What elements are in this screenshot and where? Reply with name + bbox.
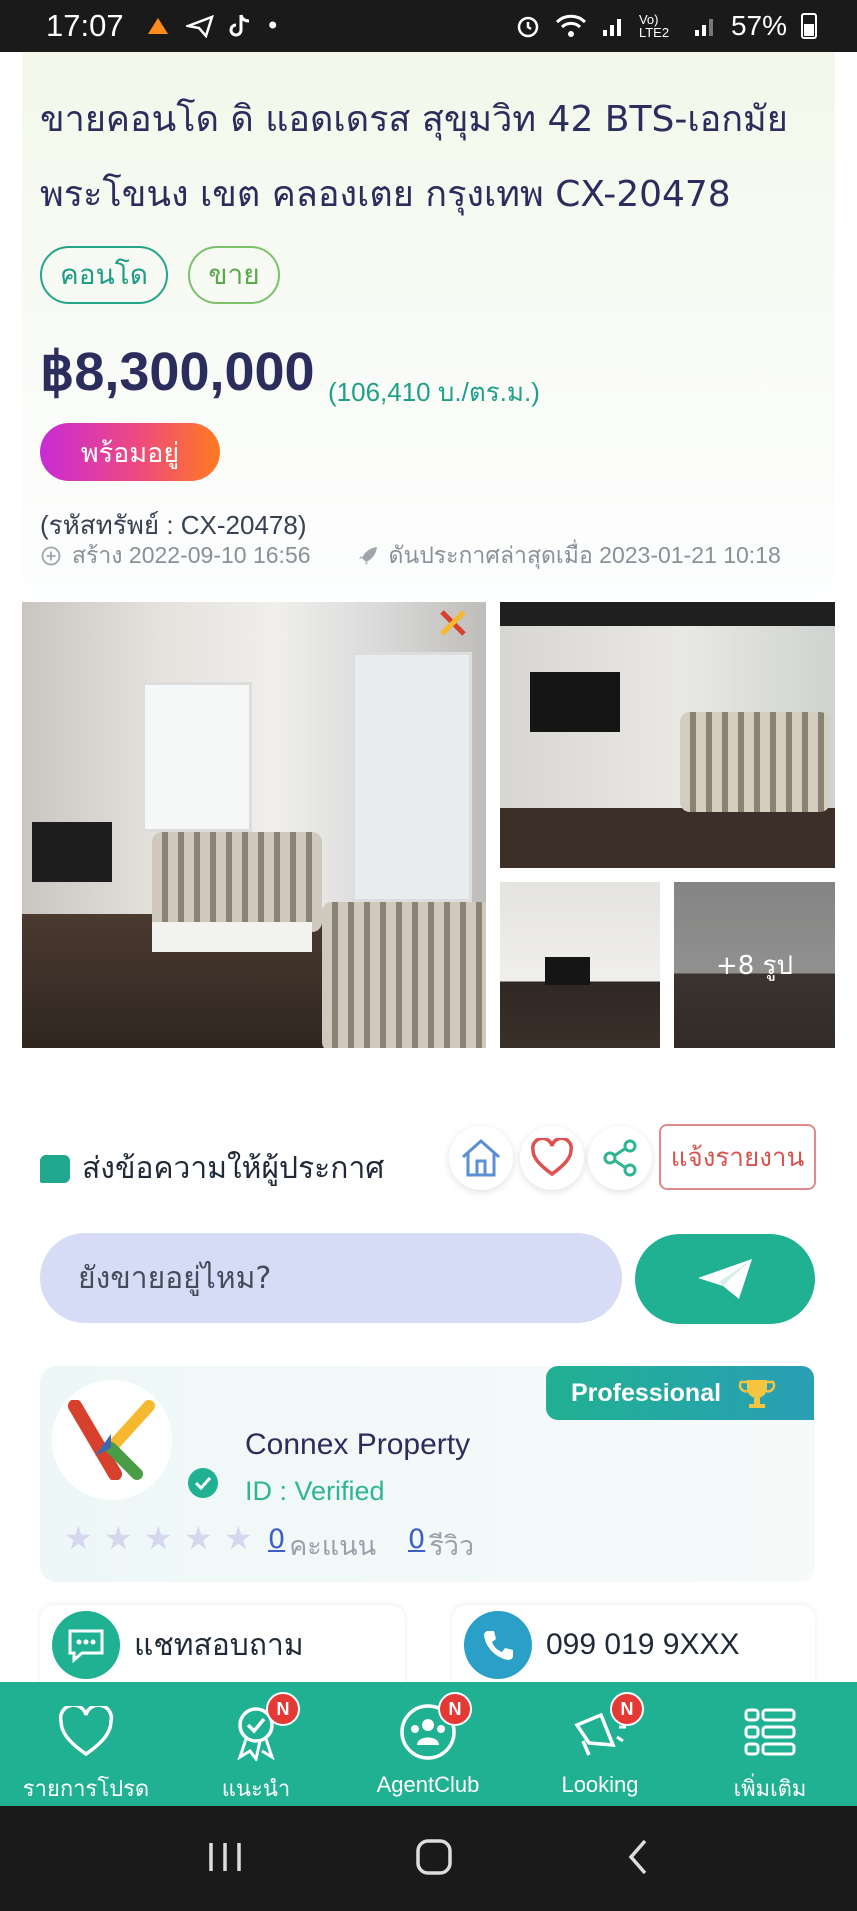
chat-bubble-icon [40,1154,70,1183]
photo-main[interactable] [22,602,486,1048]
heart-icon [531,1138,573,1177]
send-button[interactable] [635,1234,815,1324]
nav-recommended[interactable]: N แนะนำ [186,1682,326,1806]
listing-price: ฿8,300,000 [40,342,315,402]
network-label: Vo) LTE2 [638,12,670,40]
tiktok-icon [229,14,249,37]
connex-logo-icon [68,1400,155,1480]
award-icon: N [224,1692,300,1763]
nav-label: AgentClub [376,1772,480,1797]
tag-sale[interactable]: ขาย [188,246,280,304]
review-label: รีวิว [429,1531,475,1562]
star-icon: ★ [184,1519,213,1557]
battery-percent: 57% [730,10,787,41]
nav-looking[interactable]: N Looking [530,1682,670,1806]
chat-label: แชทสอบถาม [134,1627,304,1663]
status-right: Vo) LTE2 57% [515,10,817,42]
professional-badge: Professional [546,1366,814,1420]
nav-label: รายการโปรด [22,1776,150,1801]
nav-favorites[interactable]: รายการโปรด [16,1682,156,1806]
nav-more[interactable]: เพิ่มเติม [700,1682,840,1806]
star-icon: ★ [64,1519,93,1557]
heart-icon [54,1700,118,1763]
alarm-icon [517,16,539,38]
more-photos-label: +8 รูป [674,882,835,1048]
message-title-text: ส่งข้อความให้ผู้ประกาศ [82,1151,385,1186]
tag-condo[interactable]: คอนโด [40,246,168,304]
message-input[interactable]: ยังขายอยู่ไหม? [40,1233,622,1323]
phone-number: 099 019 9XXX [546,1628,740,1661]
list-icon [738,1700,802,1763]
nav-label: เพิ่มเติม [733,1776,807,1801]
star-icon: ★ [104,1519,133,1557]
bumped-date: ดันประกาศล่าสุดเมื่อ 2023-01-21 10:18 [388,542,781,568]
rating-stars: ★ ★ ★ ★ ★ [64,1522,256,1554]
home-system-button[interactable] [414,1837,454,1881]
verified-check-icon [188,1468,218,1498]
agent-id: ID : Verified [245,1476,385,1506]
share-icon [603,1139,637,1177]
photo-more[interactable]: +8 รูป [674,882,835,1048]
status-time: 17:07 [46,8,124,43]
nav-badge: N [266,1692,300,1726]
phone-icon [464,1611,532,1679]
agent-avatar[interactable] [52,1380,172,1500]
listing-title: ขายคอนโด ดิ แอดเดรส สุขุมวิท 42 BTS-เอกม… [40,99,788,215]
message-section-title: ส่งข้อความให้ผู้ประกาศ [40,1145,384,1192]
nav-badge: N [610,1692,644,1726]
star-icon: ★ [224,1519,253,1557]
phone-button[interactable]: 099 019 9XXX [452,1605,815,1685]
nav-label: แนะนำ [221,1776,291,1801]
nav-label: Looking [561,1772,639,1797]
photo-3[interactable] [500,882,660,1048]
chat-icon [52,1611,120,1679]
nav-agentclub[interactable]: N AgentClub [358,1682,498,1806]
megaphone-icon: N [568,1692,644,1764]
share-button[interactable] [588,1126,652,1190]
created-date: สร้าง 2022-09-10 16:56 [72,542,311,568]
score-count[interactable]: 0 [268,1524,285,1567]
rocket-icon [357,545,379,567]
signal-2-icon [694,19,713,36]
send-icon [698,1259,752,1299]
home-button[interactable] [449,1126,513,1190]
score-label: คะแนน [289,1531,377,1562]
favorite-button[interactable] [520,1126,584,1190]
price-per-sqm: (106,410 บ./ตร.ม.) [328,377,540,407]
wifi-icon [555,14,587,37]
report-button[interactable]: แจ้งรายงาน [659,1124,816,1190]
nav-badge: N [438,1692,472,1726]
listing-meta: สร้าง 2022-09-10 16:56 ดันประกาศล่าสุดเม… [40,538,781,574]
recent-apps-button[interactable] [205,1839,245,1879]
app-notification-icon [147,18,168,34]
professional-label: Professional [571,1378,722,1407]
send-notification-icon [185,14,214,38]
bottom-nav: รายการโปรด N แนะนำ N AgentClub N Looking… [0,1682,857,1806]
watermark-logo-icon [440,610,466,636]
photo-2[interactable] [500,602,835,868]
score[interactable]: 0 คะแนน [268,1524,376,1567]
dot-icon: • [265,12,280,40]
agent-name[interactable]: Connex Property [245,1428,470,1462]
chat-button[interactable]: แชทสอบถาม [40,1605,405,1685]
back-button[interactable] [623,1837,653,1881]
status-badge: พร้อมอยู่ [40,423,220,481]
trophy-icon [738,1380,776,1408]
plus-circle-icon [40,545,62,567]
review-count[interactable]: 0 [408,1524,425,1567]
system-nav-bar [0,1806,857,1911]
battery-icon [801,13,817,39]
star-icon: ★ [144,1519,173,1557]
home-icon [462,1138,500,1177]
notification-icons: • [144,12,280,40]
status-bar: 17:07 • Vo) LTE2 57% [0,0,857,52]
group-icon: N [396,1692,472,1764]
signal-icon [602,19,621,36]
reviews[interactable]: 0 รีวิว [408,1524,474,1567]
